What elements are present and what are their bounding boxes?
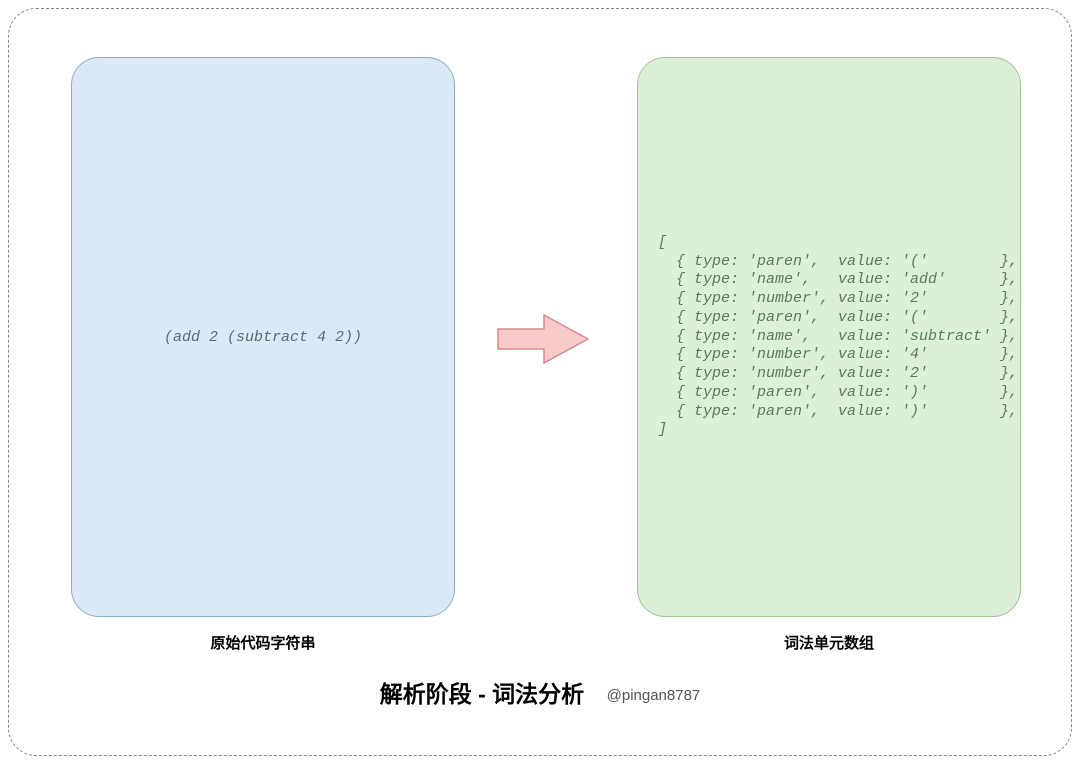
title-section: 解析阶段 - 词法分析 @pingan8787 [9,675,1071,709]
token-array-box: [ { type: 'paren', value: '(' }, { type:… [637,57,1021,617]
title-author: @pingan8787 [607,687,701,704]
source-code-label: 原始代码字符串 [71,632,455,653]
token-array-text: [ { type: 'paren', value: '(' }, { type:… [658,234,1018,440]
source-code-text: (add 2 (subtract 4 2)) [164,329,362,346]
title-main: 解析阶段 - 词法分析 [380,681,584,707]
source-code-box: (add 2 (subtract 4 2)) [71,57,455,617]
token-array-label: 词法单元数组 [637,632,1021,653]
diagram-container: (add 2 (subtract 4 2)) [ { type: 'paren'… [8,8,1072,756]
arrow-icon [494,309,594,369]
